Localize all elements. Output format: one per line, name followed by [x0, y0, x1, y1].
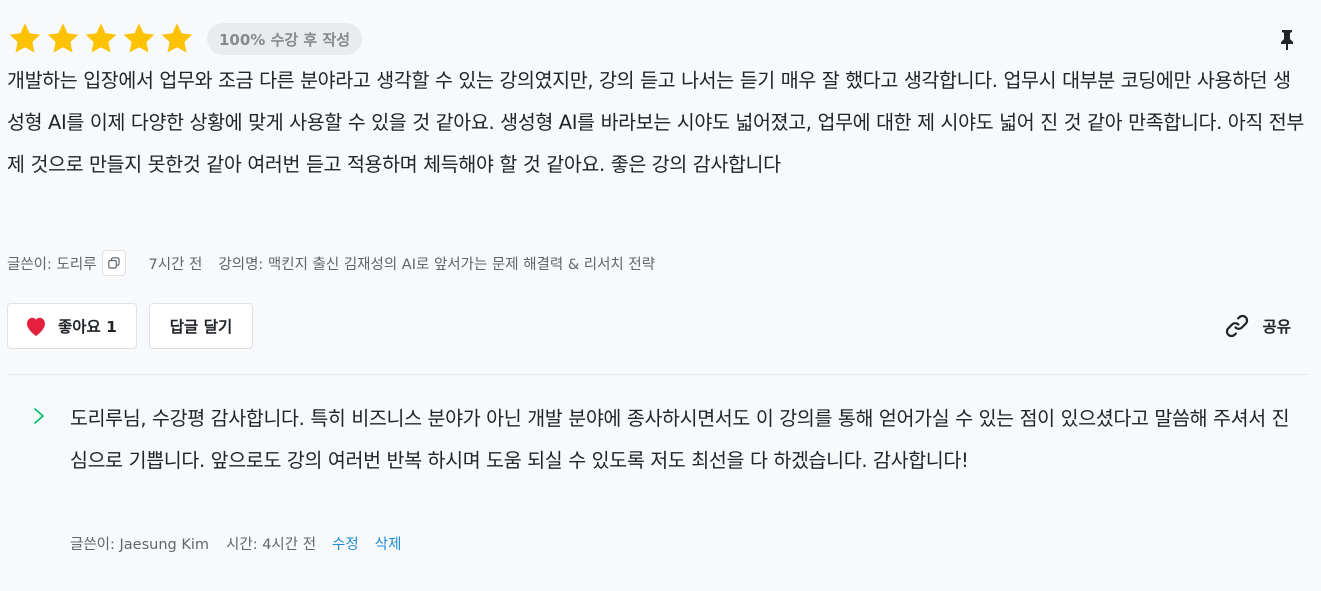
heart-icon — [27, 317, 45, 336]
reply-button[interactable]: 답글 달기 — [149, 303, 253, 349]
share-button[interactable]: 공유 — [1224, 313, 1291, 339]
divider — [7, 374, 1309, 375]
review-body: 개발하는 입장에서 업무와 조금 다른 분야라고 생각할 수 있는 강의였지만,… — [7, 69, 1304, 176]
chevron-right-icon[interactable] — [32, 407, 46, 425]
reply-label: 답글 달기 — [169, 318, 233, 336]
review-author: 글쓴이: 도리루 — [7, 256, 97, 273]
answer-body: 도리루님, 수강평 감사합니다. 특히 비즈니스 분야가 아닌 개발 분야에 종… — [70, 407, 1290, 472]
edit-link[interactable]: 수정 — [332, 533, 359, 554]
pin-icon[interactable] — [1277, 28, 1297, 50]
course-name[interactable]: 강의명: 맥킨지 출신 김재성의 AI로 앞서가는 문제 해결력 & 리서치 전… — [218, 253, 655, 274]
rating-row: 100% 수강 후 작성 — [7, 22, 363, 56]
star-icon — [85, 23, 117, 53]
star-icon — [47, 23, 79, 53]
answer-meta: 글쓴이: Jaesung Kim 시간: 4시간 전 수정 삭제 — [70, 533, 401, 554]
link-icon — [1226, 314, 1249, 338]
star-icon — [161, 23, 193, 53]
copy-icon — [107, 257, 120, 269]
star-icon — [123, 23, 155, 53]
like-button[interactable]: 좋아요 1 — [7, 303, 137, 349]
answer-author: 글쓴이: Jaesung Kim — [70, 537, 210, 553]
review-time: 7시간 전 — [148, 256, 203, 273]
review-card: 100% 수강 후 작성 개발하는 입장에서 업무와 조금 다른 분야라고 생각… — [0, 0, 1321, 591]
like-label: 좋아요 1 — [58, 318, 117, 336]
star-icon — [9, 23, 41, 53]
answer-time: 시간: 4시간 전 — [226, 537, 317, 553]
completion-badge: 100% 수강 후 작성 — [207, 23, 363, 55]
delete-link[interactable]: 삭제 — [375, 533, 402, 554]
review-meta: 글쓴이: 도리루 7시간 전 강의명: 맥킨지 출신 김재성의 AI로 앞서가는… — [7, 250, 655, 276]
copy-author-button[interactable] — [101, 250, 126, 276]
star-rating — [7, 22, 195, 56]
share-label: 공유 — [1262, 318, 1291, 336]
